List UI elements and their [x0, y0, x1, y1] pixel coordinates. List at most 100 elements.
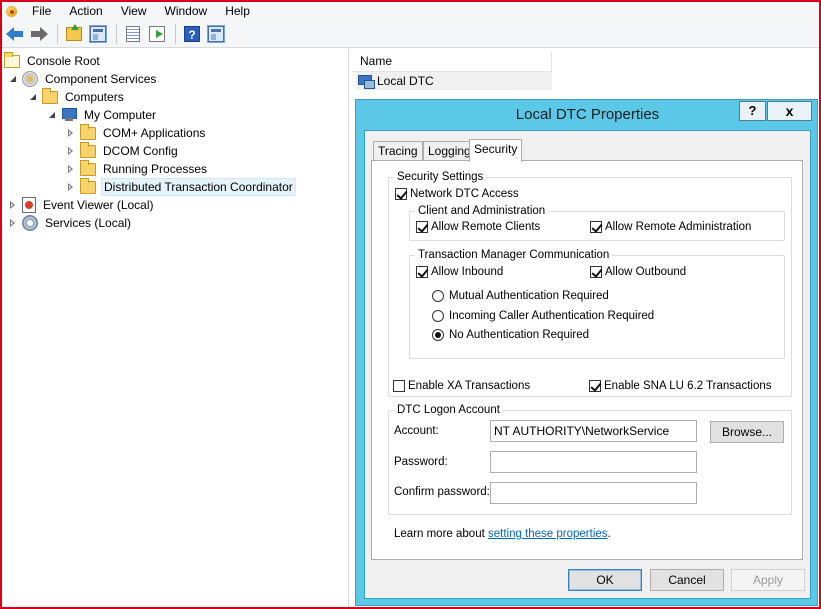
dialog-help-button[interactable]: ?	[739, 101, 766, 121]
password-label: Password:	[394, 456, 448, 468]
tree-item-label: Computers	[65, 90, 124, 104]
menu-help[interactable]: Help	[216, 3, 259, 19]
collapsed-chevron-icon[interactable]	[66, 182, 76, 192]
component-services-app-icon[interactable]	[5, 4, 19, 18]
up-one-level-button[interactable]	[63, 23, 85, 45]
radio-unselected-icon	[432, 310, 444, 322]
tree-item-console-root[interactable]: Console Root	[4, 51, 102, 70]
tree-item-label: Component Services	[45, 72, 157, 86]
component-services-icon	[22, 71, 38, 87]
mutual-authentication-radio[interactable]: Mutual Authentication Required	[432, 290, 609, 302]
allow-outbound-checkbox[interactable]: Allow Outbound	[590, 266, 686, 278]
services-gear-icon	[22, 215, 38, 231]
checkbox-label: Enable SNA LU 6.2 Transactions	[604, 380, 772, 392]
enable-xa-transactions-checkbox[interactable]: Enable XA Transactions	[393, 380, 530, 392]
learn-more-suffix: .	[607, 528, 611, 540]
expanded-chevron-icon[interactable]	[8, 74, 18, 84]
checkbox-label: Allow Inbound	[431, 266, 504, 278]
group-legend: DTC Logon Account	[394, 403, 503, 417]
allow-remote-administration-checkbox[interactable]: Allow Remote Administration	[590, 221, 751, 233]
tree-item-label: Services (Local)	[45, 216, 132, 230]
folder-icon	[80, 177, 96, 194]
allow-inbound-checkbox[interactable]: Allow Inbound	[416, 266, 503, 278]
menu-file[interactable]: File	[23, 3, 60, 19]
browse-button[interactable]: Browse...	[710, 421, 784, 443]
enable-sna-lu-transactions-checkbox[interactable]: Enable SNA LU 6.2 Transactions	[589, 380, 772, 392]
checkbox-label: Allow Outbound	[605, 266, 687, 278]
local-dtc-icon	[358, 74, 375, 89]
allow-remote-clients-checkbox[interactable]: Allow Remote Clients	[416, 221, 540, 233]
column-header-name[interactable]: Name	[352, 52, 552, 72]
folder-icon	[80, 141, 96, 158]
collapsed-chevron-icon[interactable]	[8, 200, 18, 210]
checkbox-label: Allow Remote Clients	[431, 221, 541, 233]
tree-item-my-computer[interactable]: My Computer	[47, 106, 158, 124]
export-list-button[interactable]	[146, 23, 168, 45]
tree-item-event-viewer[interactable]: Event Viewer (Local)	[8, 196, 156, 214]
list-item-label: Local DTC	[377, 74, 434, 88]
account-field[interactable]: NT AUTHORITY\NetworkService	[490, 420, 697, 442]
tree-item-label: My Computer	[84, 108, 157, 122]
network-dtc-access-checkbox[interactable]: Network DTC Access	[395, 188, 519, 200]
tree-item-label: Distributed Transaction Coordinator	[101, 178, 296, 196]
tab-logging[interactable]: Logging	[423, 141, 476, 161]
incoming-caller-authentication-radio[interactable]: Incoming Caller Authentication Required	[432, 310, 654, 322]
checkbox-checked-icon	[590, 266, 602, 278]
confirm-password-field[interactable]	[490, 482, 697, 504]
local-dtc-properties-dialog: Local DTC Properties ? x Tracing Logging…	[355, 99, 818, 606]
folder-icon	[80, 159, 96, 176]
menu-window[interactable]: Window	[156, 3, 217, 19]
menu-action[interactable]: Action	[60, 3, 111, 19]
cancel-button[interactable]: Cancel	[650, 569, 724, 591]
tree-item-services[interactable]: Services (Local)	[8, 214, 133, 232]
show-hide-action-pane-icon	[207, 24, 225, 43]
collapsed-chevron-icon[interactable]	[66, 146, 76, 156]
properties-button[interactable]	[122, 23, 144, 45]
tree-item-dcom-config[interactable]: DCOM Config	[66, 141, 180, 160]
tab-security[interactable]: Security	[469, 139, 523, 162]
show-hide-tree-icon	[89, 24, 107, 43]
collapsed-chevron-icon[interactable]	[8, 218, 18, 228]
group-legend: Transaction Manager Communication	[415, 248, 613, 262]
show-hide-tree-button[interactable]	[87, 23, 109, 45]
no-authentication-radio[interactable]: No Authentication Required	[432, 329, 589, 341]
apply-button[interactable]: Apply	[731, 569, 805, 591]
list-item-local-dtc[interactable]: Local DTC	[356, 72, 552, 90]
menu-view[interactable]: View	[112, 3, 156, 19]
checkbox-checked-icon	[590, 221, 602, 233]
learn-more-prefix: Learn more about	[394, 528, 488, 540]
tree-item-running-processes[interactable]: Running Processes	[66, 159, 209, 178]
checkbox-unchecked-icon	[393, 380, 405, 392]
export-list-icon	[149, 25, 165, 42]
collapsed-chevron-icon[interactable]	[66, 164, 76, 174]
security-tab-panel: Security Settings Network DTC Access Cli…	[371, 160, 803, 560]
forward-button[interactable]	[28, 23, 50, 45]
back-icon	[6, 26, 24, 41]
tree-item-com-applications[interactable]: COM+ Applications	[66, 123, 207, 142]
help-button[interactable]: ?	[181, 23, 203, 45]
show-hide-action-pane-button[interactable]	[205, 23, 227, 45]
tab-tracing[interactable]: Tracing	[373, 141, 423, 161]
setting-these-properties-link[interactable]: setting these properties	[488, 528, 608, 540]
password-field[interactable]	[490, 451, 697, 473]
toolbar-separator	[175, 23, 176, 44]
collapsed-chevron-icon[interactable]	[66, 128, 76, 138]
dtc-logon-account-group: DTC Logon Account Account: NT AUTHORITY\…	[388, 403, 792, 515]
folder-icon	[42, 87, 58, 104]
expanded-chevron-icon[interactable]	[28, 92, 38, 102]
checkbox-checked-icon	[416, 221, 428, 233]
tree-item-component-services[interactable]: Component Services	[8, 70, 158, 88]
back-button[interactable]	[4, 23, 26, 45]
ok-button[interactable]: OK	[568, 569, 642, 591]
expanded-chevron-icon[interactable]	[47, 110, 57, 120]
checkbox-label: Enable XA Transactions	[408, 380, 531, 392]
transaction-manager-communication-group: Transaction Manager Communication Allow …	[409, 248, 785, 359]
tree-item-label: Event Viewer (Local)	[43, 198, 154, 212]
tree-item-computers[interactable]: Computers	[28, 87, 126, 106]
forward-icon	[30, 26, 48, 41]
folder-icon	[4, 51, 20, 68]
security-settings-group: Security Settings Network DTC Access Cli…	[388, 170, 792, 397]
dialog-close-button[interactable]: x	[767, 101, 812, 121]
folder-icon	[80, 123, 96, 140]
tree-item-distributed-transaction-coordinator[interactable]: Distributed Transaction Coordinator	[66, 177, 296, 196]
